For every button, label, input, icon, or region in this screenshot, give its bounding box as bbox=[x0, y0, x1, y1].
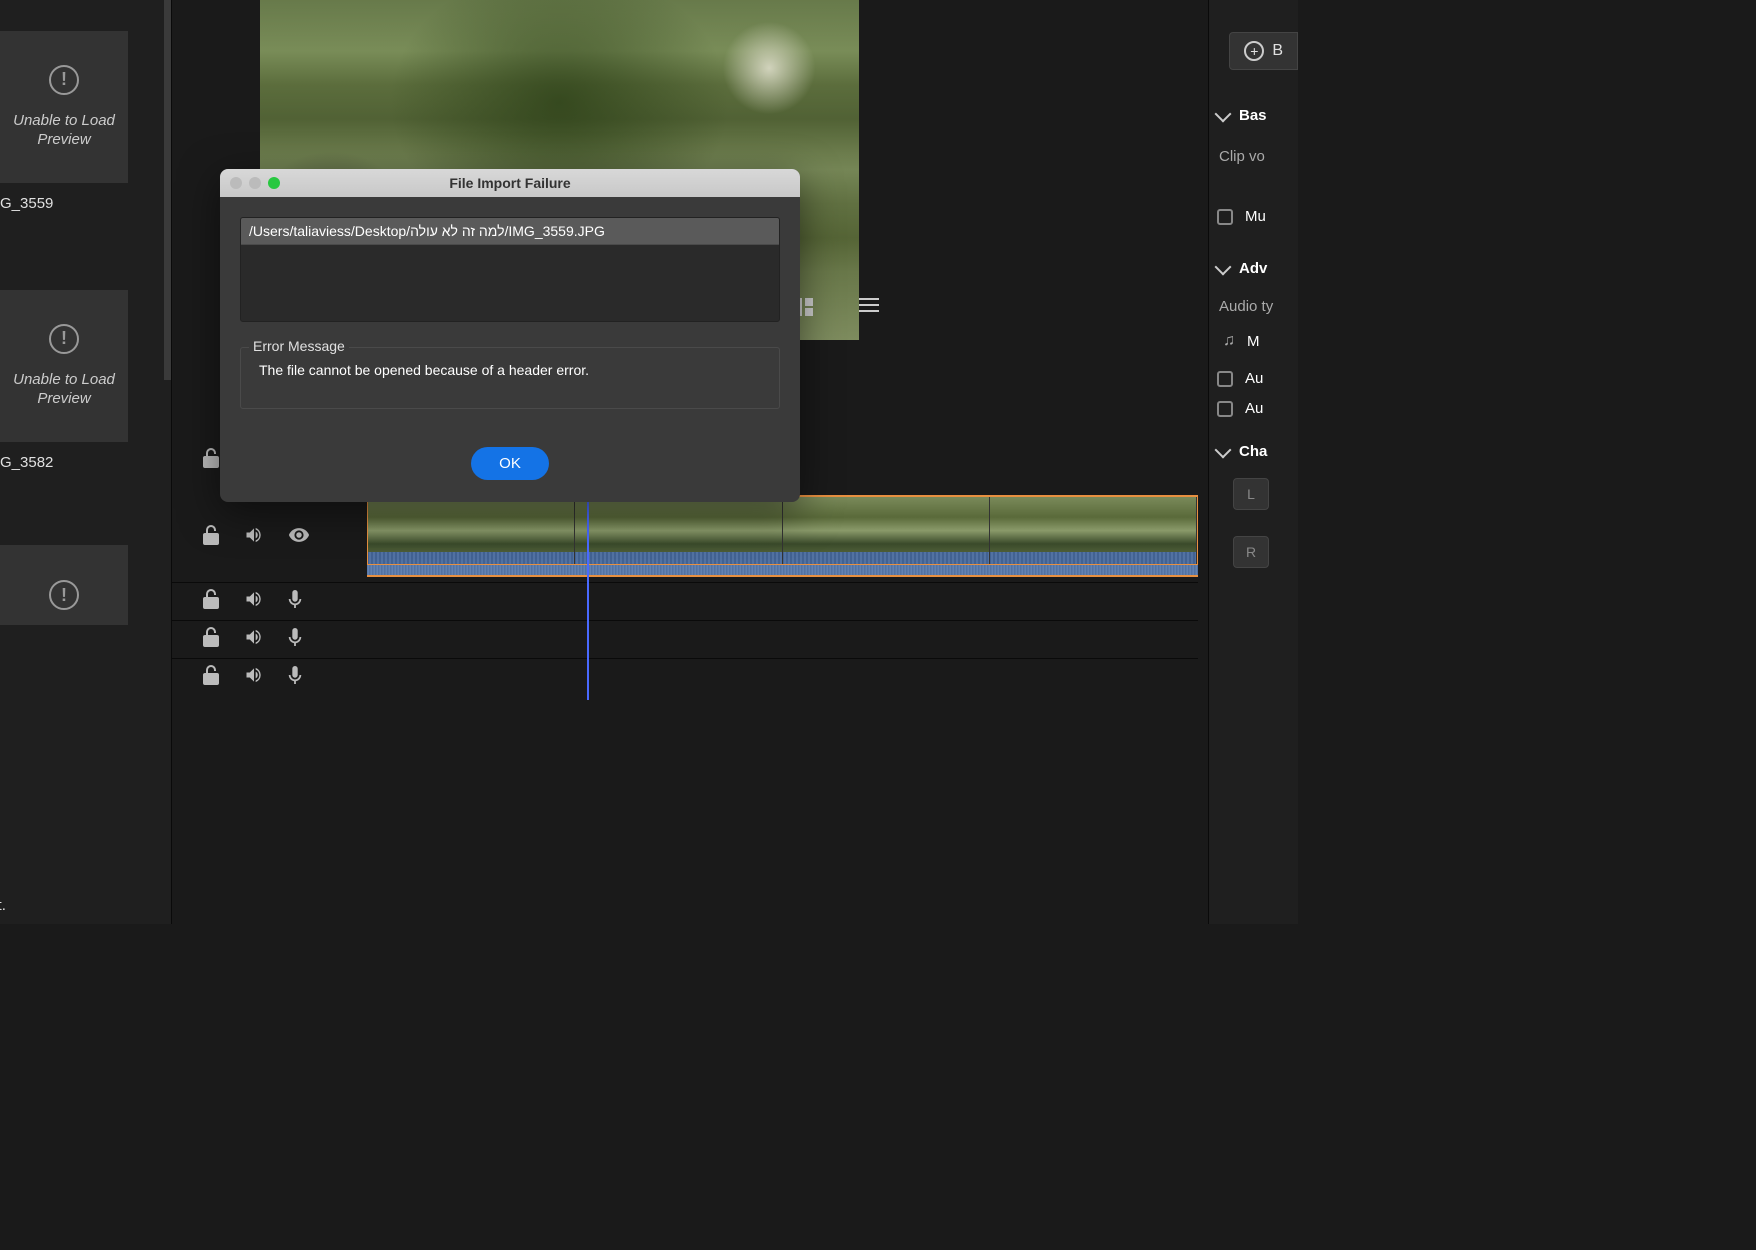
thumbnail-filename: G_3582 bbox=[0, 454, 128, 471]
thumbnail-error-box: ! bbox=[0, 545, 128, 625]
lock-icon[interactable] bbox=[202, 627, 220, 652]
file-path-item[interactable]: /Users/taliaviess/Desktop/למה זה לא עולה… bbox=[241, 218, 779, 245]
error-section-label: Error Message bbox=[249, 338, 349, 354]
media-thumbnail[interactable]: ! Unable to Load Preview G_3559 bbox=[0, 31, 128, 212]
music-label: M bbox=[1247, 333, 1260, 350]
eye-icon[interactable] bbox=[288, 524, 310, 551]
add-button-label: B bbox=[1272, 42, 1283, 60]
error-message-section: Error Message The file cannot be opened … bbox=[240, 347, 780, 409]
audio-track bbox=[172, 658, 1198, 696]
section-label: Bas bbox=[1239, 107, 1267, 124]
file-import-failure-dialog: File Import Failure /Users/taliaviess/De… bbox=[220, 169, 800, 502]
checkbox[interactable] bbox=[1217, 401, 1233, 417]
scrollbar[interactable] bbox=[164, 0, 171, 380]
playhead[interactable] bbox=[587, 480, 589, 700]
chevron-down-icon bbox=[1215, 441, 1232, 458]
mic-icon[interactable] bbox=[288, 628, 302, 651]
close-icon[interactable] bbox=[230, 177, 242, 189]
warning-icon: ! bbox=[49, 580, 79, 610]
mic-icon[interactable] bbox=[288, 666, 302, 689]
audio-row-1[interactable]: Au bbox=[1217, 370, 1298, 387]
dialog-body: /Users/taliaviess/Desktop/למה זה לא עולה… bbox=[220, 197, 800, 429]
thumbnail-error-text: Unable to Load Preview bbox=[0, 111, 128, 150]
properties-panel: + B Bas Clip vo Mu Adv Audio ty M Au Au … bbox=[1208, 0, 1298, 924]
mute-row[interactable]: Mu bbox=[1217, 208, 1298, 225]
audio-tracks-container bbox=[172, 582, 1198, 696]
audio-track bbox=[172, 582, 1198, 620]
audio-label: Au bbox=[1245, 370, 1263, 387]
warning-icon: ! bbox=[49, 324, 79, 354]
audio-type-label: Audio ty bbox=[1219, 298, 1273, 315]
music-note-icon bbox=[1223, 332, 1235, 350]
lock-icon[interactable] bbox=[202, 525, 220, 550]
chevron-down-icon bbox=[1215, 105, 1232, 122]
lock-icon[interactable] bbox=[202, 665, 220, 690]
video-clip[interactable] bbox=[367, 495, 1198, 565]
audio-track bbox=[172, 620, 1198, 658]
error-message-text: The file cannot be opened because of a h… bbox=[251, 362, 769, 378]
mic-icon[interactable] bbox=[288, 590, 302, 613]
lock-icon[interactable] bbox=[202, 448, 220, 473]
section-basic[interactable]: Bas bbox=[1217, 107, 1298, 124]
dialog-titlebar[interactable]: File Import Failure bbox=[220, 169, 800, 197]
file-list[interactable]: /Users/taliaviess/Desktop/למה זה לא עולה… bbox=[240, 217, 780, 322]
checkbox[interactable] bbox=[1217, 209, 1233, 225]
mute-label: Mu bbox=[1245, 208, 1266, 225]
speaker-icon[interactable] bbox=[244, 525, 264, 550]
section-advanced[interactable]: Adv bbox=[1217, 260, 1298, 277]
media-thumbnail[interactable]: ! bbox=[0, 545, 128, 625]
window-controls bbox=[230, 177, 280, 189]
channel-right-button[interactable]: R bbox=[1233, 536, 1269, 568]
thumbnail-filename: G_3559 bbox=[0, 195, 128, 212]
audio-label: Au bbox=[1245, 400, 1263, 417]
track-controls bbox=[172, 627, 367, 652]
section-label: Cha bbox=[1239, 443, 1267, 460]
speaker-icon[interactable] bbox=[244, 665, 264, 690]
add-button[interactable]: + B bbox=[1229, 32, 1298, 70]
channel-left-button[interactable]: L bbox=[1233, 478, 1269, 510]
lock-icon[interactable] bbox=[202, 589, 220, 614]
maximize-icon[interactable] bbox=[268, 177, 280, 189]
thumbnail-error-box: ! Unable to Load Preview bbox=[0, 31, 128, 183]
minimize-icon[interactable] bbox=[249, 177, 261, 189]
menu-icon[interactable] bbox=[859, 298, 879, 312]
track-controls bbox=[172, 665, 367, 690]
track-controls bbox=[172, 589, 367, 614]
track-controls bbox=[172, 524, 367, 551]
plus-icon: + bbox=[1244, 41, 1264, 61]
media-browser-panel: ! Unable to Load Preview G_3559 ! Unable… bbox=[0, 0, 172, 924]
chevron-down-icon bbox=[1215, 258, 1232, 275]
speaker-icon[interactable] bbox=[244, 627, 264, 652]
audio-type-row[interactable]: Audio ty bbox=[1219, 298, 1298, 315]
media-thumbnail[interactable]: ! Unable to Load Preview G_3582 bbox=[0, 290, 128, 471]
status-bar-text: to project. bbox=[0, 897, 6, 914]
warning-icon: ! bbox=[49, 65, 79, 95]
checkbox[interactable] bbox=[1217, 371, 1233, 387]
speaker-icon[interactable] bbox=[244, 589, 264, 614]
audio-row-2[interactable]: Au bbox=[1217, 400, 1298, 417]
ok-button[interactable]: OK bbox=[471, 447, 549, 480]
thumbnail-error-box: ! Unable to Load Preview bbox=[0, 290, 128, 442]
clip-volume-row[interactable]: Clip vo bbox=[1219, 148, 1298, 165]
dialog-title: File Import Failure bbox=[220, 175, 800, 191]
thumbnail-error-text: Unable to Load Preview bbox=[0, 370, 128, 409]
section-label: Adv bbox=[1239, 260, 1267, 277]
section-channels[interactable]: Cha bbox=[1217, 443, 1298, 460]
audio-waveform[interactable] bbox=[367, 565, 1198, 577]
clip-volume-label: Clip vo bbox=[1219, 148, 1265, 165]
video-track-2 bbox=[172, 495, 1198, 580]
dialog-footer: OK bbox=[220, 429, 800, 502]
music-row[interactable]: M bbox=[1223, 332, 1298, 350]
